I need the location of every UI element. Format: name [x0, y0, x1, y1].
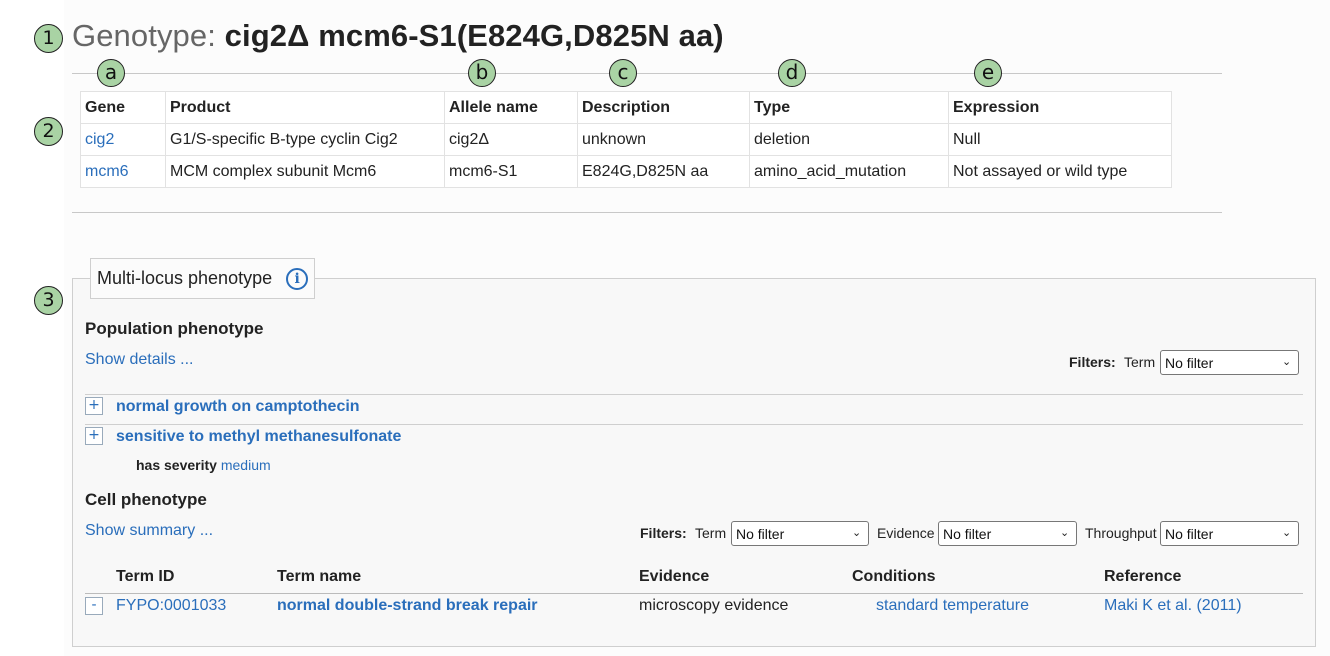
evidence-filter[interactable]: No filter — [938, 521, 1077, 546]
description-cell: unknown — [577, 123, 750, 156]
expression-cell: Null — [948, 123, 1172, 156]
cell-term-filter-label: Term — [695, 525, 727, 541]
col-description: Description — [577, 91, 750, 124]
col-product: Product — [165, 91, 445, 124]
badge-1: 1 — [34, 24, 63, 53]
term-link[interactable]: normal growth on camptothecin — [116, 398, 360, 416]
badge-a: a — [97, 59, 125, 87]
alleles-table: Gene Product Allele name Description Typ… — [80, 91, 1172, 188]
info-icon[interactable]: i — [286, 267, 309, 290]
col-term-id: Term ID — [116, 568, 175, 585]
term-name-link[interactable]: normal double-strand break repair — [277, 597, 538, 615]
allele-cell: mcm6-S1 — [444, 155, 578, 188]
phenotype-legend: Multi-locus phenotype i — [90, 258, 316, 299]
table-row: mcm6 MCM complex subunit Mcm6 mcm6-S1 E8… — [80, 155, 1172, 188]
table-header-row: Gene Product Allele name Description Typ… — [80, 91, 1172, 124]
expression-cell: Not assayed or wild type — [948, 155, 1172, 188]
cell-heading: Cell phenotype — [85, 490, 207, 509]
badge-d: d — [778, 59, 806, 87]
conditions-link[interactable]: standard temperature — [876, 597, 1029, 615]
allele-cell: cig2Δ — [444, 123, 578, 156]
type-cell: deletion — [749, 123, 949, 156]
col-conditions: Conditions — [852, 568, 936, 585]
reference-link[interactable]: Maki K et al. (2011) — [1104, 597, 1242, 615]
evidence-filter-label: Evidence — [877, 525, 935, 541]
severity-line: has severity medium — [136, 457, 271, 473]
show-summary-link[interactable]: Show summary ... — [85, 522, 213, 540]
top-divider — [72, 73, 1222, 74]
term-id-link[interactable]: FYPO:0001033 — [116, 597, 226, 615]
row-divider — [85, 424, 1303, 425]
row-divider — [85, 394, 1303, 395]
badge-3: 3 — [34, 286, 63, 315]
throughput-filter-label: Throughput — [1085, 525, 1157, 541]
col-evidence: Evidence — [639, 568, 710, 585]
population-term-filter-label: Term — [1124, 354, 1156, 370]
type-cell: amino_acid_mutation — [749, 155, 949, 188]
badge-2: 2 — [34, 117, 63, 146]
collapse-button[interactable]: - — [85, 597, 103, 615]
legend-title: Multi-locus phenotype — [97, 268, 273, 288]
cell-term-filter[interactable]: No filter — [731, 521, 869, 546]
col-expression: Expression — [948, 91, 1172, 124]
col-allele-name: Allele name — [444, 91, 578, 124]
col-reference: Reference — [1104, 568, 1182, 585]
badge-e: e — [974, 59, 1002, 87]
show-details-link[interactable]: Show details ... — [85, 351, 194, 369]
gene-link[interactable]: cig2 — [85, 131, 114, 148]
throughput-filter[interactable]: No filter — [1160, 521, 1299, 546]
severity-label: has severity — [136, 457, 217, 473]
expand-button[interactable]: + — [85, 427, 103, 445]
page-title: Genotype: cig2Δ mcm6-S1(E824G,D825N aa) — [72, 18, 724, 54]
population-heading: Population phenotype — [85, 319, 264, 338]
badge-b: b — [468, 59, 496, 87]
expand-button[interactable]: + — [85, 397, 103, 415]
product-cell: G1/S-specific B-type cyclin Cig2 — [165, 123, 445, 156]
product-cell: MCM complex subunit Mcm6 — [165, 155, 445, 188]
badge-c: c — [609, 59, 637, 87]
row-divider — [85, 593, 1303, 594]
table-row: cig2 G1/S-specific B-type cyclin Cig2 ci… — [80, 123, 1172, 156]
population-filters-label: Filters: — [1069, 354, 1116, 370]
evidence-cell: microscopy evidence — [639, 597, 789, 614]
cell-filters-label: Filters: — [640, 525, 687, 541]
population-term-filter[interactable]: No filter — [1160, 350, 1299, 375]
bottom-divider — [72, 212, 1222, 213]
severity-value-link[interactable]: medium — [221, 457, 271, 473]
term-link[interactable]: sensitive to methyl methanesulfonate — [116, 428, 401, 446]
description-cell: E824G,D825N aa — [577, 155, 750, 188]
genotype-name: cig2Δ mcm6-S1(E824G,D825N aa) — [224, 18, 724, 53]
col-term-name: Term name — [277, 568, 362, 585]
gene-link[interactable]: mcm6 — [85, 163, 129, 180]
title-prefix: Genotype: — [72, 18, 216, 53]
col-type: Type — [749, 91, 949, 124]
col-gene: Gene — [80, 91, 166, 124]
